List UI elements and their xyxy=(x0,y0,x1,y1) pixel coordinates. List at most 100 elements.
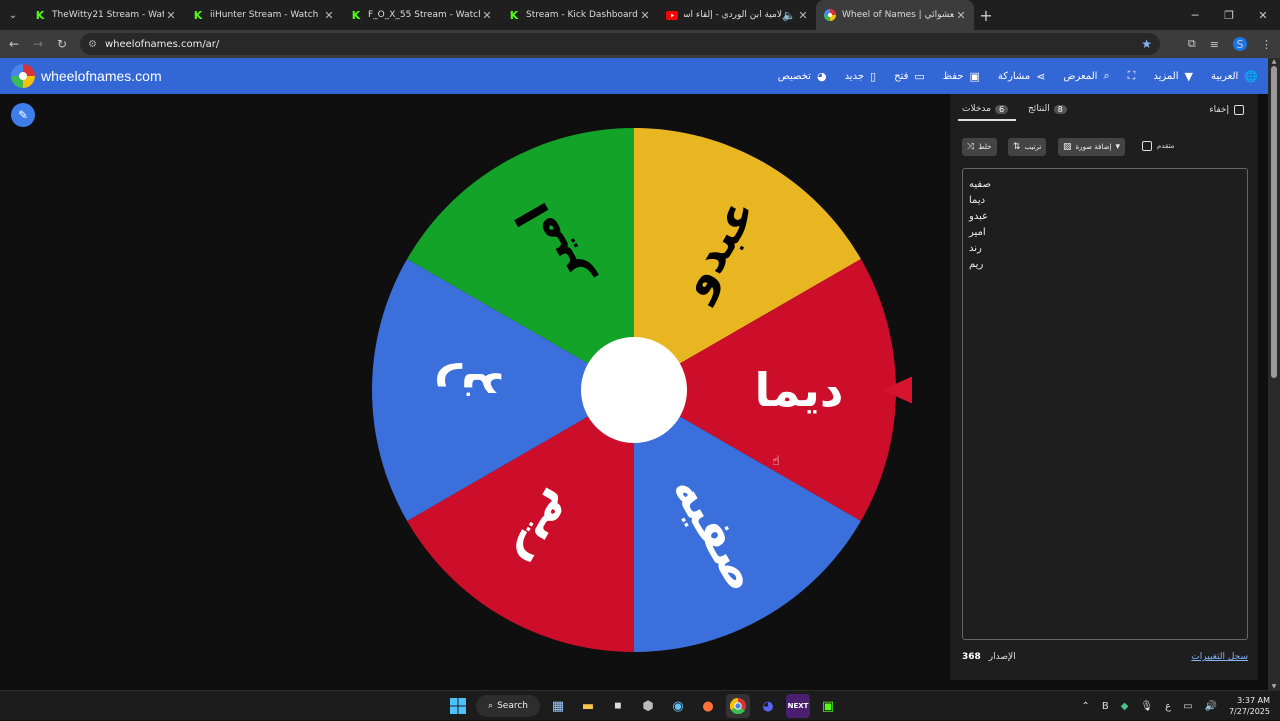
menu-share[interactable]: مشاركة ⋖ xyxy=(998,70,1046,83)
shuffle-button[interactable]: ⤨ خلط xyxy=(962,138,997,156)
browser-tab[interactable]: K iiHunter Stream - Watch Live on ✕ xyxy=(184,0,342,30)
microphone-icon[interactable]: 🎙 xyxy=(1140,701,1153,712)
menu-new[interactable]: جديد ▯ xyxy=(845,70,877,83)
new-tab-icon[interactable]: + xyxy=(974,6,998,25)
menu-language[interactable]: العربية 🌐 xyxy=(1211,70,1258,83)
browser-tab[interactable]: K TheWitty21 Stream - Watch Live on ✕ xyxy=(26,0,184,30)
system-clock[interactable]: 3:37 AM 7/27/2025 xyxy=(1229,695,1270,717)
file-explorer-icon[interactable]: ▬ xyxy=(576,694,600,718)
close-tab-icon[interactable]: ✕ xyxy=(480,9,494,22)
wheel-center-button[interactable] xyxy=(581,337,687,443)
close-tab-icon[interactable]: ✕ xyxy=(638,9,652,22)
page-scrollbar[interactable]: ▲ ▼ xyxy=(1268,58,1280,690)
menu-customize[interactable]: تخصيص ◕ xyxy=(778,70,827,83)
clock-date: 7/27/2025 xyxy=(1228,707,1270,716)
site-info-icon[interactable]: ⚙ xyxy=(88,39,97,50)
volume-icon[interactable]: 🔊 xyxy=(1205,701,1217,712)
tab-results[interactable]: النتائج 8 xyxy=(1028,104,1067,114)
entry-line: ريم xyxy=(969,259,984,270)
search-label: Search xyxy=(497,701,528,711)
input-language[interactable]: ع xyxy=(1165,701,1171,712)
youtube-icon xyxy=(666,9,678,21)
restore-icon[interactable]: ❐ xyxy=(1212,0,1246,30)
forward-icon[interactable]: → xyxy=(26,37,50,51)
palette-icon: ◕ xyxy=(816,69,827,83)
reload-icon[interactable]: ↻ xyxy=(50,37,74,51)
scroll-down-icon[interactable]: ▼ xyxy=(1270,683,1278,690)
firefox-icon[interactable]: ● xyxy=(696,694,720,718)
audio-playing-icon[interactable]: 🔈 xyxy=(782,9,796,22)
bookmark-star-icon[interactable]: ★ xyxy=(1141,37,1152,51)
menu-open[interactable]: فتح ▭ xyxy=(894,70,925,83)
entry-line: صفيه xyxy=(969,179,991,190)
minimize-icon[interactable]: ─ xyxy=(1178,0,1212,30)
globe-icon: 🌐 xyxy=(1244,69,1258,83)
browser-menu-icon[interactable]: ⋮ xyxy=(1261,38,1272,51)
hide-checkbox[interactable] xyxy=(1234,105,1244,115)
menu-label: تخصيص xyxy=(777,70,811,82)
hide-toggle[interactable]: إخفاء xyxy=(1209,105,1244,115)
kick-icon: K xyxy=(351,8,361,22)
store-icon[interactable]: ▦ xyxy=(546,694,570,718)
advanced-toggle[interactable]: متقدم xyxy=(1142,141,1174,151)
steam-icon[interactable]: ◉ xyxy=(666,694,690,718)
windows-start-icon[interactable] xyxy=(446,694,470,718)
back-icon[interactable]: ← xyxy=(2,37,26,51)
tray-overflow-icon[interactable]: ⌃ xyxy=(1081,701,1089,712)
results-count-badge: 8 xyxy=(1053,104,1067,114)
windows-taskbar: ⌕ Search ▦ ▬ ◼ ⬢ ◉ ● ◕ NEXT ▣ ⌃ B ◆ 🎙 ع ▭… xyxy=(0,690,1280,720)
browser-tab-active[interactable]: Wheel of Names | اسم العشوائي ✕ xyxy=(816,0,974,30)
close-window-icon[interactable]: ✕ xyxy=(1246,0,1280,30)
discord-icon[interactable]: ◕ xyxy=(756,694,780,718)
kick-icon: K xyxy=(35,8,45,22)
wheel-segment-label: رند xyxy=(434,363,504,417)
browser-tab[interactable]: لامية ابن الوردي - إلقاء أسامة 🔈 ✕ xyxy=(658,0,816,30)
tray-security-icon[interactable]: ◆ xyxy=(1121,701,1129,712)
add-image-button[interactable]: ▨ إضافة صورة ▾ xyxy=(1058,138,1126,156)
app-icon[interactable]: ⬢ xyxy=(636,694,660,718)
entry-line: رند xyxy=(969,243,982,254)
tab-label: النتائج xyxy=(1028,104,1050,114)
extensions-icon[interactable]: ⧉ xyxy=(1188,37,1196,51)
tab-title: TheWitty21 Stream - Watch Live on xyxy=(52,10,164,20)
entries-textarea[interactable]: صفيه ديما عبدو امير رند ريم xyxy=(962,168,1248,640)
entries-toolbar: ⤨ خلط ⇅ ترتيب ▨ إضافة صورة ▾ متقدم xyxy=(962,138,1252,156)
close-tab-icon[interactable]: ✕ xyxy=(322,9,336,22)
menu-fullscreen[interactable]: ⛶ xyxy=(1128,69,1136,83)
edit-pencil-icon[interactable]: ✎ xyxy=(11,103,35,127)
sort-button[interactable]: ⇅ ترتيب xyxy=(1008,138,1047,156)
brand-name[interactable]: wheelofnames.com xyxy=(41,68,162,84)
close-tab-icon[interactable]: ✕ xyxy=(954,9,968,22)
browser-tab[interactable]: K Stream - Kick Dashboard ✕ xyxy=(500,0,658,30)
close-tab-icon[interactable]: ✕ xyxy=(164,9,178,22)
menu-save[interactable]: حفظ ▣ xyxy=(943,70,980,83)
next-app-icon[interactable]: NEXT xyxy=(786,694,810,718)
wheel-logo-icon[interactable] xyxy=(11,64,35,88)
menu-gallery[interactable]: المعرض ⌕ xyxy=(1063,69,1109,83)
profile-avatar[interactable]: S xyxy=(1233,37,1247,51)
tray-app-icon[interactable]: B xyxy=(1102,701,1109,712)
browser-tab[interactable]: K F_O_X_55 Stream - Watch Live o ✕ xyxy=(342,0,500,30)
network-icon[interactable]: ▭ xyxy=(1183,701,1192,712)
tab-entries[interactable]: مدخلات 6 xyxy=(957,104,1017,121)
chevron-down-icon: ▼ xyxy=(1184,69,1193,83)
changelog-link[interactable]: سجل التغييرات xyxy=(1191,652,1248,662)
url-text: wheelofnames.com/ar/ xyxy=(104,38,220,50)
taskbar-search[interactable]: ⌕ Search xyxy=(476,695,540,717)
scrollbar-thumb[interactable] xyxy=(1271,66,1277,378)
tab-search-chevron-icon[interactable]: ⌄ xyxy=(0,0,26,30)
close-tab-icon[interactable]: ✕ xyxy=(796,9,810,22)
menu-more[interactable]: المزيد ▼ xyxy=(1153,70,1193,83)
image-icon: ▨ xyxy=(1063,142,1072,152)
wheel-container[interactable]: عبدو ديما صفيه ريم رند امير xyxy=(364,120,922,660)
version-number: 368 xyxy=(962,652,981,662)
kick-app-icon[interactable]: ▣ xyxy=(816,694,840,718)
scroll-up-icon[interactable]: ▲ xyxy=(1270,58,1278,65)
media-control-icon[interactable]: ≡ xyxy=(1210,38,1219,51)
epic-games-icon[interactable]: ◼ xyxy=(606,694,630,718)
advanced-checkbox[interactable] xyxy=(1142,141,1152,151)
chrome-icon[interactable] xyxy=(726,694,750,718)
name-wheel[interactable]: عبدوديماصفيهريمرندامير xyxy=(364,120,922,660)
address-bar[interactable]: ⚙ wheelofnames.com/ar/ ★ xyxy=(80,33,1160,55)
browser-toolbar: ← → ↻ ⚙ wheelofnames.com/ar/ ★ ⧉ ≡ S ⋮ xyxy=(0,30,1280,58)
